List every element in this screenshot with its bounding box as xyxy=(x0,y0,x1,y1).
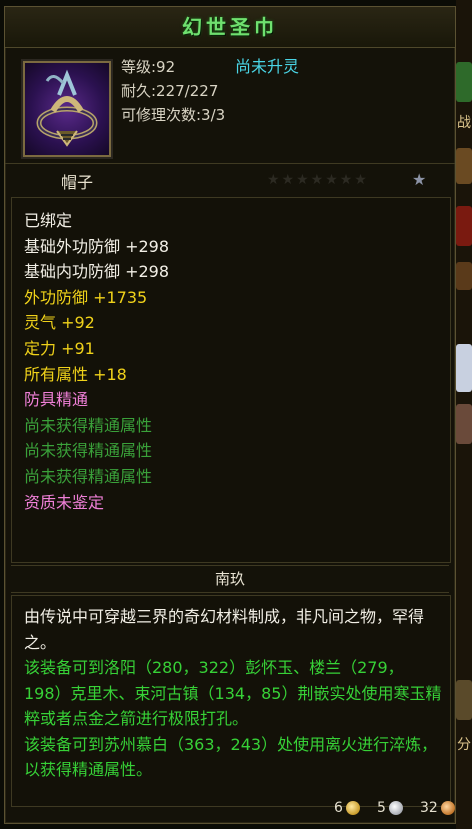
attribute-line: 资质未鉴定 xyxy=(24,492,105,512)
divider xyxy=(5,163,455,164)
silver-currency: 5 xyxy=(377,800,403,824)
copper-amount: 32 xyxy=(420,800,438,816)
item-type: 帽子 xyxy=(61,173,94,192)
attribute-line: 灵气 +92 xyxy=(24,313,95,333)
item-durability: 耐久:227/227 xyxy=(121,82,219,100)
helmet-headband-icon xyxy=(36,69,98,147)
item-repair-count: 可修理次数:3/3 xyxy=(121,106,226,124)
attribute-line: 尚未获得精通属性 xyxy=(24,441,153,461)
side-label: 分 xyxy=(457,737,471,753)
attribute-line: 尚未获得精通属性 xyxy=(24,415,153,435)
copper-coin-icon xyxy=(440,801,455,815)
silver-amount: 5 xyxy=(377,800,386,816)
side-label: 战 xyxy=(457,115,471,131)
side-button-icon[interactable] xyxy=(456,148,472,184)
description-paragraph: 该装备可到苏州慕白（363，243）处使用离火进行淬炼，以获得精通属性。 xyxy=(24,734,438,780)
attribute-line: 基础外功防御 +298 xyxy=(24,236,170,256)
attribute-line: 基础内功防御 +298 xyxy=(24,262,170,282)
item-icon-slot[interactable] xyxy=(21,59,113,159)
star-icon: ★ xyxy=(412,170,427,189)
attribute-line: 防具精通 xyxy=(24,390,89,410)
description-text: 由传说中可穿越三界的奇幻材料制成，非凡间之物，罕得之。该装备可到洛阳（280，3… xyxy=(24,604,442,783)
star-rating-empty: ★★★★★★★ xyxy=(267,172,369,188)
item-level: 等级:92 xyxy=(121,58,176,76)
side-button-icon[interactable] xyxy=(456,206,472,246)
attribute-line: 所有属性 +18 xyxy=(24,364,127,384)
attribute-line: 已绑定 xyxy=(24,211,73,230)
side-button-icon[interactable] xyxy=(456,680,472,720)
attribute-line: 外功防御 +1735 xyxy=(24,287,148,307)
background-game-ui: 战 分 xyxy=(456,0,472,829)
gold-coin-icon xyxy=(345,801,360,815)
spirit-status: 尚未升灵 xyxy=(235,57,300,76)
description-paragraph: 由传说中可穿越三界的奇幻材料制成，非凡间之物，罕得之。 xyxy=(24,607,425,652)
item-type-row: 帽子 ★★★★★★★ ★ xyxy=(5,165,455,195)
attribute-line: 尚未获得精通属性 xyxy=(24,466,153,486)
side-button-icon[interactable] xyxy=(456,404,472,444)
item-tooltip: 幻世圣巾 等级:92 耐久:227/227 可修理次数:3/3 尚未升灵 帽子 … xyxy=(4,6,456,824)
gold-currency: 6 xyxy=(334,800,360,824)
side-button-icon[interactable] xyxy=(456,62,472,102)
attributes-list: 已绑定基础外功防御 +298 基础内功防御 +298 外功防御 +1735 灵气 +9… xyxy=(24,208,169,515)
attribute-line: 定力 +91 xyxy=(24,338,95,358)
item-name: 幻世圣巾 xyxy=(5,7,455,48)
attributes-panel: 已绑定基础外功防御 +298 基础内功防御 +298 外功防御 +1735 灵气 +9… xyxy=(11,197,451,563)
crafter-name: 南玖 xyxy=(11,565,449,593)
copper-currency: 32 xyxy=(420,800,455,824)
silver-coin-icon xyxy=(388,801,403,815)
side-button-icon[interactable] xyxy=(456,262,472,290)
description-paragraph: 该装备可到洛阳（280，322）彭怀玉、楼兰（279，198）克里木、束河古镇（… xyxy=(24,658,442,728)
item-stats: 等级:92 耐久:227/227 可修理次数:3/3 xyxy=(121,55,225,127)
character-portrait-icon[interactable] xyxy=(456,344,472,392)
gold-amount: 6 xyxy=(334,800,343,816)
description-panel: 由传说中可穿越三界的奇幻材料制成，非凡间之物，罕得之。该装备可到洛阳（280，3… xyxy=(11,595,451,807)
